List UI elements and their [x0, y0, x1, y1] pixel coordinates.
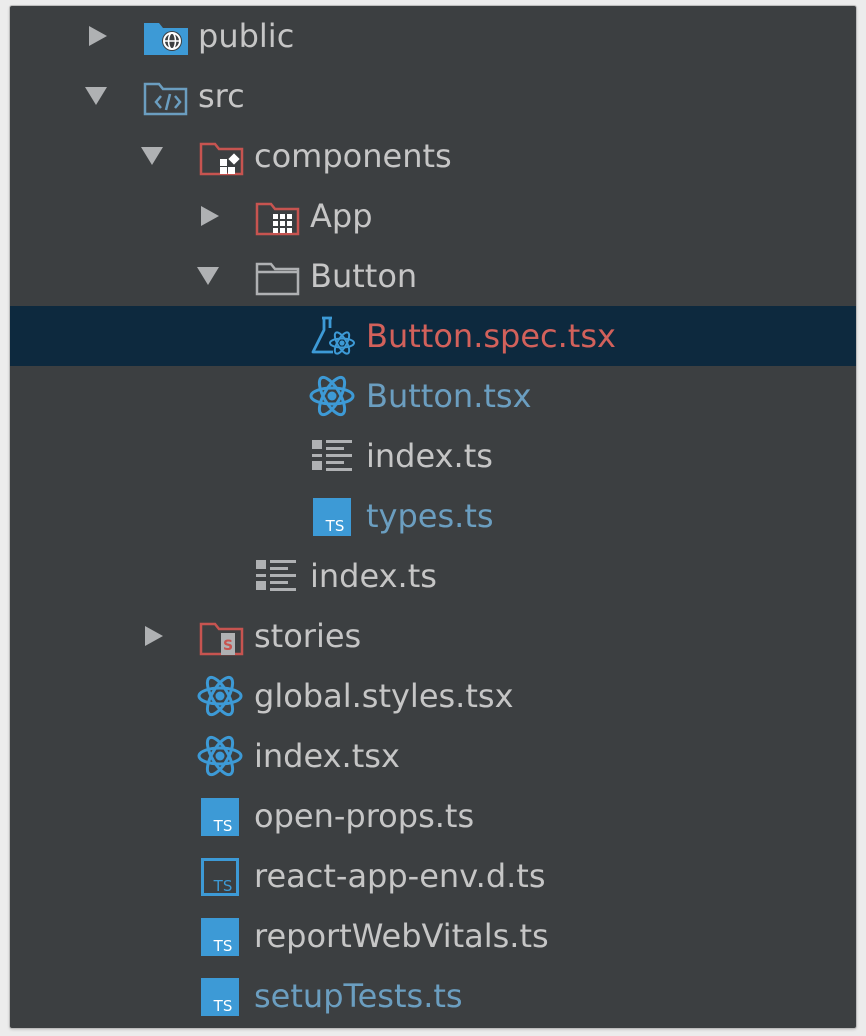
tree-row-report-web-vitals[interactable]: TS reportWebVitals.ts — [10, 906, 856, 966]
tree-row-app[interactable]: App — [10, 186, 856, 246]
tree-item-label: public — [198, 17, 295, 55]
tree-row-setup-tests[interactable]: TS setupTests.ts — [10, 966, 856, 1026]
typescript-definition-icon: TS — [201, 858, 239, 896]
typescript-icon: TS — [201, 798, 239, 836]
react-icon — [197, 675, 243, 717]
tree-item-label: Button — [310, 257, 418, 295]
tree-item-label: index.ts — [366, 437, 493, 475]
folder-icon — [255, 262, 300, 296]
tree-item-label: Button.tsx — [366, 377, 532, 415]
project-panel: public src components App Button Button.… — [10, 6, 856, 1028]
react-icon — [197, 735, 243, 777]
tree-item-label: reportWebVitals.ts — [254, 917, 549, 955]
tree-row-public[interactable]: public — [10, 6, 856, 66]
svg-text:TS: TS — [213, 877, 233, 895]
tree-item-label: components — [254, 137, 452, 175]
tree-item-label: index.ts — [310, 557, 437, 595]
expand-arrow-icon[interactable] — [86, 24, 110, 48]
svg-text:TS: TS — [213, 817, 233, 835]
expand-arrow-icon[interactable] — [142, 624, 166, 648]
svg-text:TS: TS — [213, 937, 233, 955]
tree-row-button-folder[interactable]: Button — [10, 246, 856, 306]
source-folder-icon — [143, 82, 188, 116]
svg-text:TS: TS — [325, 517, 345, 535]
collapse-arrow-icon[interactable] — [84, 84, 108, 108]
tree-row-global-styles[interactable]: global.styles.tsx — [10, 666, 856, 726]
react-icon — [309, 375, 355, 417]
tree-row-react-app-env[interactable]: TS react-app-env.d.ts — [10, 846, 856, 906]
collapse-arrow-icon[interactable] — [140, 144, 164, 168]
tree-row-index-tsx[interactable]: index.tsx — [10, 726, 856, 786]
tree-item-label: Button.spec.tsx — [366, 317, 616, 355]
typescript-icon: TS — [201, 918, 239, 956]
svg-text:S: S — [223, 638, 233, 654]
svg-text:TS: TS — [213, 997, 233, 1015]
tree-item-label: src — [198, 77, 245, 115]
tree-item-label: setupTests.ts — [254, 977, 463, 1015]
tree-row-button-tsx[interactable]: Button.tsx — [10, 366, 856, 426]
tree-item-label: open-props.ts — [254, 797, 475, 835]
tree-row-index-ts[interactable]: index.ts — [10, 546, 856, 606]
tree-row-components[interactable]: components — [10, 126, 856, 186]
tree-row-open-props[interactable]: TS open-props.ts — [10, 786, 856, 846]
index-file-icon — [256, 560, 296, 591]
typescript-icon: TS — [201, 978, 239, 1016]
expand-arrow-icon[interactable] — [198, 204, 222, 228]
components-folder-icon — [199, 142, 244, 176]
index-file-icon — [312, 440, 352, 471]
tree-row-index-ts[interactable]: index.ts — [10, 426, 856, 486]
collapse-arrow-icon[interactable] — [196, 264, 220, 288]
tree-item-label: App — [310, 197, 373, 235]
tree-row-src[interactable]: src — [10, 66, 856, 126]
typescript-icon: TS — [313, 498, 351, 536]
tree-row-button-spec[interactable]: Button.spec.tsx — [10, 306, 856, 366]
react-test-icon — [311, 316, 355, 355]
stories-folder-icon: S — [199, 622, 244, 656]
tree-item-label: index.tsx — [254, 737, 400, 775]
tree-row-types-ts[interactable]: TS types.ts — [10, 486, 856, 546]
tree-row-stories[interactable]: S stories — [10, 606, 856, 666]
web-folder-icon — [144, 23, 188, 55]
tree-item-label: types.ts — [366, 497, 494, 535]
grid-folder-icon — [255, 202, 300, 236]
tree-item-label: global.styles.tsx — [254, 677, 514, 715]
tree-item-label: react-app-env.d.ts — [254, 857, 546, 895]
tree-item-label: stories — [254, 617, 362, 655]
